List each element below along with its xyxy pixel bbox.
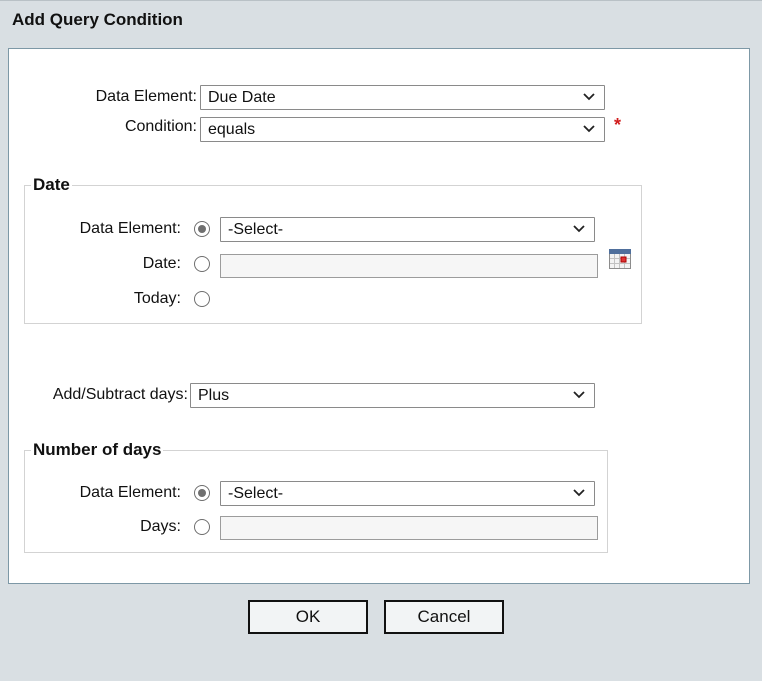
chevron-down-icon [573, 489, 585, 497]
condition-select[interactable]: equals [200, 117, 605, 142]
date-data-element-radio[interactable] [194, 221, 210, 237]
date-radio[interactable] [194, 256, 210, 272]
data-element-select-value: Due Date [208, 89, 276, 106]
days-label: Days: [140, 518, 181, 535]
days-data-element-select[interactable]: -Select- [220, 481, 595, 506]
days-data-element-label: Data Element: [79, 484, 181, 501]
days-data-element-select-value: -Select- [228, 485, 284, 502]
dialog-content-panel: Data Element: Due Date Condition: equals… [8, 48, 750, 584]
chevron-down-icon [583, 125, 595, 133]
add-query-condition-dialog: Add Query Condition Data Element: Due Da… [0, 0, 762, 681]
today-label: Today: [133, 290, 181, 307]
date-data-element-select-value: -Select- [228, 221, 284, 238]
add-subtract-days-select[interactable]: Plus [190, 383, 595, 408]
days-input[interactable] [220, 516, 598, 540]
chevron-down-icon [573, 391, 585, 399]
data-element-label: Data Element: [95, 88, 197, 105]
add-subtract-days-select-value: Plus [198, 387, 230, 404]
chevron-down-icon [573, 225, 585, 233]
add-subtract-days-label: Add/Subtract days: [52, 386, 188, 403]
date-label: Date: [142, 255, 181, 272]
required-marker: * [614, 115, 622, 135]
date-data-element-select[interactable]: -Select- [220, 217, 595, 242]
today-radio[interactable] [194, 291, 210, 307]
date-legend: Date [33, 175, 70, 194]
number-of-days-legend: Number of days [33, 440, 162, 459]
chevron-down-icon [583, 93, 595, 101]
date-data-element-label: Data Element: [79, 220, 181, 237]
condition-select-value: equals [208, 121, 256, 138]
date-input[interactable] [220, 254, 598, 278]
ok-button[interactable]: OK [248, 600, 368, 634]
calendar-icon[interactable] [609, 249, 631, 269]
date-fieldset: Date [24, 175, 642, 324]
days-data-element-radio[interactable] [194, 485, 210, 501]
data-element-select[interactable]: Due Date [200, 85, 605, 110]
condition-label: Condition: [124, 118, 197, 135]
cancel-button[interactable]: Cancel [384, 600, 504, 634]
dialog-title: Add Query Condition [12, 10, 183, 29]
days-radio[interactable] [194, 519, 210, 535]
